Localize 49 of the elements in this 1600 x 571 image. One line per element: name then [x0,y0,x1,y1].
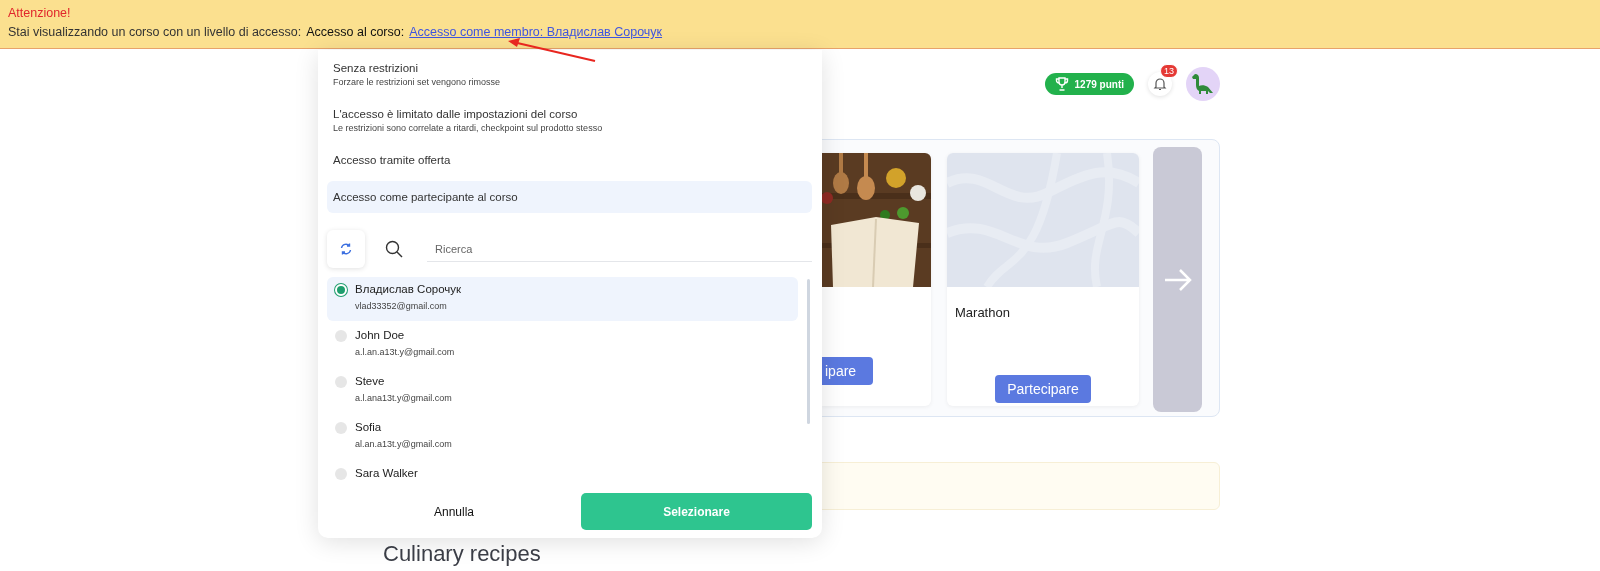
option-description: Le restrizioni sono correlate a ritardi, checkpoint sul prodotto stesso [333,123,604,133]
access-option[interactable]: Accesso tramite offerta [327,148,812,172]
option-description: Forzare le restrizioni set vengono rimosse [333,77,502,87]
warning-title: Attenzione! [8,6,72,20]
arrow-right-icon [1162,267,1193,292]
member-email: al.an.a13t.y@gmail.com [355,439,452,449]
access-option[interactable]: L'accesso è limitato dalle impostazioni del corso Le restrizioni sono correlate a ritardi, checkpoint sul prodotto stesso [327,102,812,139]
refresh-icon [340,243,352,255]
member-name: John Doe [355,329,406,341]
banner-message: Stai visualizzando un corso con un livello di accesso: [8,25,302,39]
option-title: Accesso tramite offerta [333,154,452,166]
member-row[interactable]: Sofia al.an.a13t.y@gmail.com [327,415,798,459]
option-title: Senza restrizioni [333,62,419,74]
avatar[interactable] [1186,67,1220,101]
join-button[interactable]: ipare [821,357,874,385]
section-title: Culinary recipes [383,541,542,567]
member-email: vlad33352@gmail.com [355,301,448,311]
radio-button[interactable] [335,330,347,342]
dinosaur-icon [1190,72,1216,96]
member-name: Steve [355,375,386,387]
radio-button[interactable] [335,468,347,480]
access-option[interactable]: Senza restrizioni Forzare le restrizioni set vengono rimosse [327,56,812,93]
radio-button[interactable] [335,284,347,296]
member-email: a.l.an.a13t.y@gmail.com [355,347,455,357]
cancel-button[interactable]: Annulla [327,496,581,527]
member-name: Sofia [355,421,383,433]
bell-icon [1153,77,1167,91]
member-email: a.l.ana13t.y@gmail.com [355,393,452,403]
member-row[interactable]: Владислав Сорочук vlad33352@gmail.com [327,277,798,321]
notification-count: 13 [1160,64,1178,78]
access-link[interactable]: Accesso come membro: Владислав Сорочук [409,25,663,39]
trophy-icon [1054,77,1069,91]
notification-button[interactable] [1148,72,1172,96]
search-icon [385,240,403,258]
radio-button[interactable] [335,376,347,388]
join-button[interactable]: Partecipare [995,375,1091,403]
course-title: Marathon [954,304,1011,322]
member-row[interactable]: John Doe a.l.an.a13t.y@gmail.com [327,323,798,367]
access-label: Accesso al corso: [306,25,405,39]
refresh-button[interactable] [327,230,365,268]
member-name: Sara Walker [355,467,418,479]
member-row[interactable]: Sara Walker [327,461,798,480]
radio-button[interactable] [335,422,347,434]
option-title: L'accesso è limitato dalle impostazioni del corso [333,108,579,120]
next-button[interactable] [1153,147,1202,412]
member-name: Владислав Сорочук [355,283,462,295]
member-row[interactable]: Steve a.l.ana13t.y@gmail.com [327,369,798,413]
access-option[interactable]: Accesso come partecipante al corso [327,181,812,213]
option-title: Accesso come partecipante al corso [333,191,519,203]
